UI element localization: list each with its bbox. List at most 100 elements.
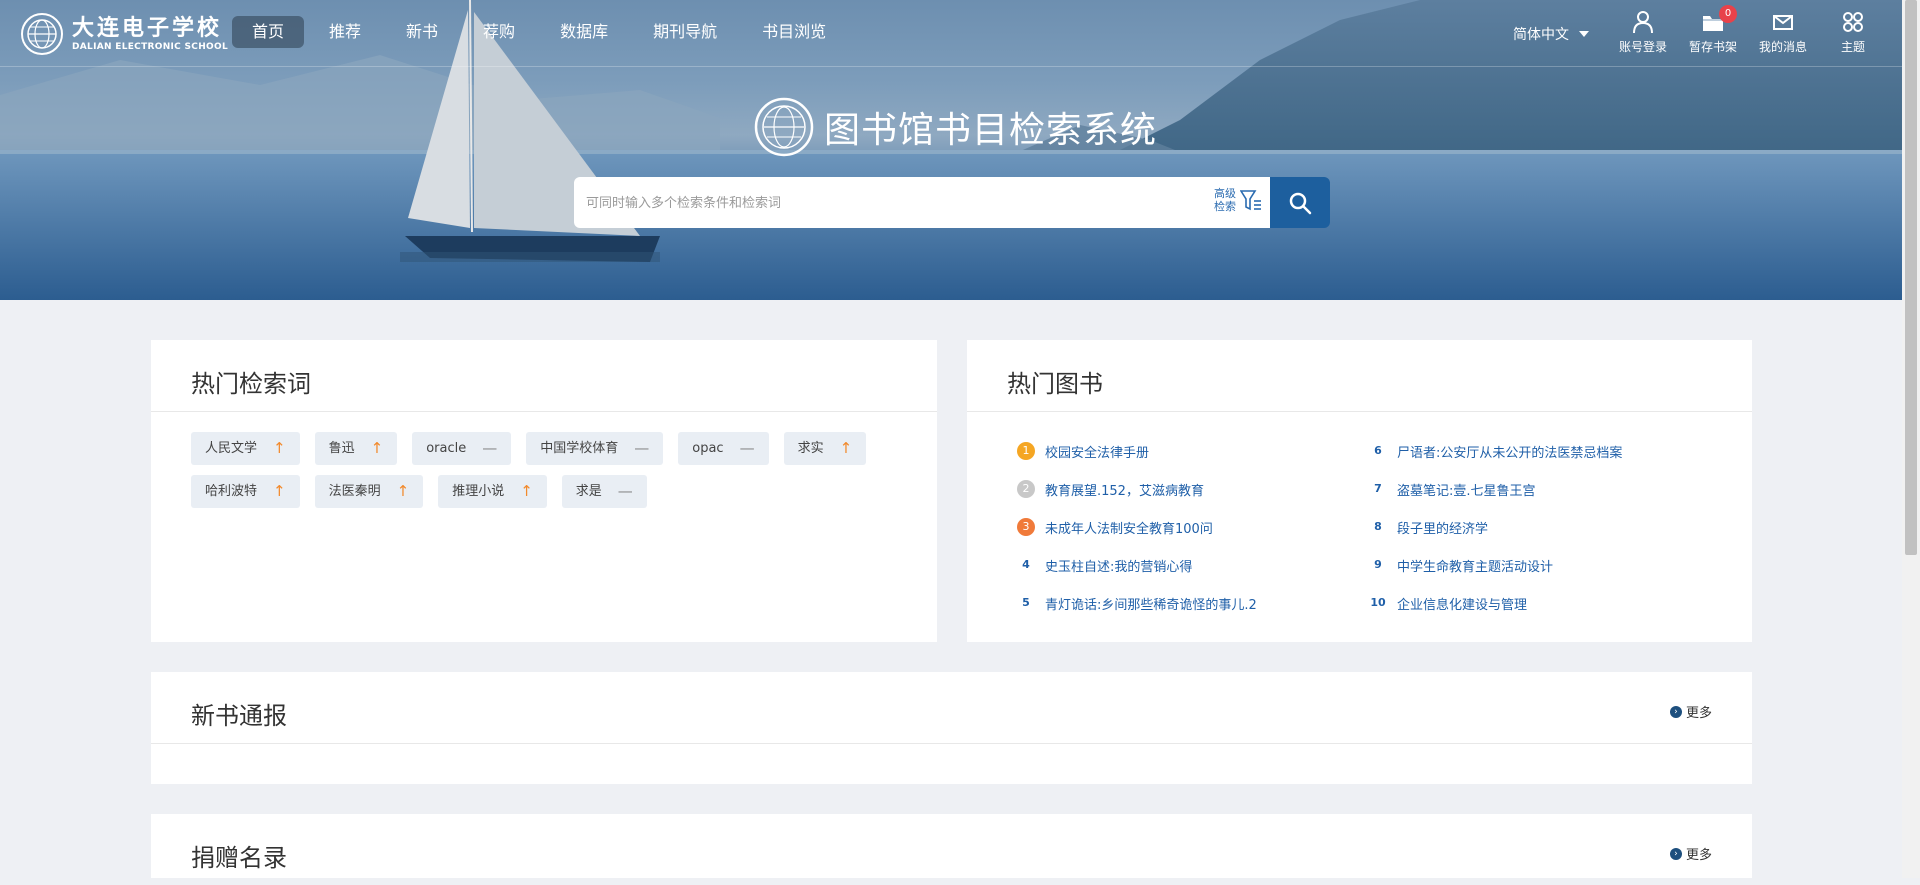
- login-button[interactable]: 账号登录: [1608, 10, 1678, 55]
- nav-home[interactable]: 首页: [232, 16, 305, 48]
- rank-badge: 1: [1017, 442, 1035, 460]
- login-label: 账号登录: [1618, 40, 1667, 54]
- logo-english-name: DALIAN ELECTRONIC SCHOOL: [72, 42, 228, 52]
- messages-label: 我的消息: [1758, 40, 1807, 54]
- tag-label: 人民文学: [205, 441, 258, 456]
- hot-term-tag[interactable]: 法医秦明 ↑: [314, 475, 424, 508]
- hot-term-tag[interactable]: 人民文学 ↑: [191, 432, 300, 465]
- hot-terms-list: 人民文学 ↑ 鲁迅 ↑ oracle — 中国学校体育 — opac — 求实 ↑ 哈利波特…: [191, 432, 911, 518]
- nav-new-books[interactable]: 新书: [386, 16, 458, 48]
- hot-search-terms-card: 热门检索词 人民文学 ↑ 鲁迅 ↑ oracle — 中国学校体育 — opac — 求实…: [151, 340, 937, 642]
- rank-number: 4: [1022, 558, 1030, 571]
- advanced-label-line1: 高级: [1214, 187, 1236, 200]
- nav-catalog-browse[interactable]: 书目浏览: [742, 16, 846, 48]
- more-label: 更多: [1685, 706, 1712, 721]
- tag-label: 法医秦明: [328, 484, 381, 499]
- search-box: 高级 检索: [574, 177, 1270, 228]
- chevron-right-icon: ›: [1669, 705, 1682, 718]
- tag-label: 中国学校体育: [540, 441, 619, 456]
- book-title: 教育展望.152，艾滋病教育: [1045, 483, 1204, 499]
- hot-book-item[interactable]: 4 史玉柱自述:我的营销心得: [1017, 546, 1257, 584]
- theme-button[interactable]: 主题: [1818, 10, 1888, 55]
- hot-book-item[interactable]: 2 教育展望.152，艾滋病教育: [1017, 470, 1257, 508]
- hot-book-item[interactable]: 5 青灯诡话:乡间那些稀奇诡怪的事儿.2: [1017, 584, 1257, 622]
- rank-number: 8: [1374, 520, 1382, 533]
- hot-term-tag[interactable]: 中国学校体育 —: [526, 432, 664, 465]
- new-books-more-link[interactable]: › 更多: [1669, 702, 1712, 721]
- hot-terms-title: 热门检索词: [191, 370, 311, 398]
- tag-label: 哈利波特: [205, 484, 258, 499]
- language-selector[interactable]: 简体中文: [1513, 24, 1589, 44]
- donations-title: 捐赠名录: [191, 844, 287, 872]
- trend-up-icon: ↑: [520, 482, 533, 500]
- language-label: 简体中文: [1513, 27, 1569, 43]
- search-button[interactable]: [1270, 177, 1330, 228]
- book-title: 企业信息化建设与管理: [1397, 597, 1528, 613]
- hot-term-tag[interactable]: oracle —: [412, 432, 512, 465]
- rank-number: 6: [1374, 444, 1382, 457]
- page-scrollbar[interactable]: [1902, 0, 1920, 878]
- hot-book-item[interactable]: 1 校园安全法律手册: [1017, 432, 1257, 470]
- trend-up-icon: ↑: [370, 439, 384, 457]
- hero-banner: 大连电子学校 DALIAN ELECTRONIC SCHOOL 首页 推荐 新书…: [0, 0, 1902, 300]
- theme-label: 主题: [1840, 40, 1865, 54]
- book-title: 盗墓笔记:壹.七星鲁王宫: [1397, 483, 1536, 499]
- messages-button[interactable]: 我的消息: [1748, 10, 1818, 55]
- hot-book-item[interactable]: 9 中学生命教育主题活动设计: [1369, 546, 1622, 584]
- search-input[interactable]: [584, 194, 1188, 211]
- mail-icon: [1773, 15, 1793, 30]
- advanced-label-line2: 检索: [1214, 200, 1236, 213]
- book-title: 青灯诡话:乡间那些稀奇诡怪的事儿.2: [1045, 597, 1257, 613]
- tag-label: 求是: [575, 484, 602, 499]
- main-menu: 首页 推荐 新书 荐购 数据库 期刊导航 书目浏览: [232, 16, 851, 48]
- book-title: 尸语者:公安厅从未公开的法医禁忌档案: [1397, 445, 1623, 461]
- hot-term-tag[interactable]: 求是 —: [561, 475, 647, 508]
- nav-purchase-request[interactable]: 荐购: [463, 16, 535, 48]
- rank-badge: 3: [1017, 518, 1035, 536]
- school-emblem-icon: [21, 13, 63, 55]
- shelf-count-badge: 0: [1719, 5, 1737, 23]
- hot-books-card: 热门图书 1 校园安全法律手册 2 教育展望.152，艾滋病教育 3 未成年人法制安全…: [967, 340, 1752, 642]
- hot-term-tag[interactable]: 求实 ↑: [783, 432, 867, 465]
- temp-shelf-button[interactable]: 0 暂存书架: [1678, 5, 1748, 55]
- trend-up-icon: ↑: [273, 439, 286, 457]
- tag-label: 求实: [797, 441, 824, 456]
- system-title-text: 图书馆书目检索系统: [824, 110, 1158, 151]
- hot-term-tag[interactable]: 哈利波特 ↑: [191, 475, 300, 508]
- shelf-label: 暂存书架: [1688, 40, 1737, 54]
- school-logo[interactable]: 大连电子学校 DALIAN ELECTRONIC SCHOOL: [20, 12, 228, 56]
- hot-book-item[interactable]: 8 段子里的经济学: [1369, 508, 1622, 546]
- school-seal-icon: [754, 97, 814, 157]
- top-navigation-bar: 大连电子学校 DALIAN ELECTRONIC SCHOOL 首页 推荐 新书…: [0, 0, 1902, 67]
- search-icon: [1289, 192, 1312, 214]
- more-label: 更多: [1685, 848, 1712, 863]
- hot-book-item[interactable]: 7 盗墓笔记:壹.七星鲁王宫: [1369, 470, 1622, 508]
- trend-up-icon: ↑: [839, 439, 853, 457]
- donations-card: 捐赠名录 › 更多: [151, 814, 1752, 878]
- hot-book-item[interactable]: 10 企业信息化建设与管理: [1369, 584, 1622, 622]
- rank-number: 9: [1374, 558, 1382, 571]
- hot-term-tag[interactable]: 推理小说 ↑: [438, 475, 547, 508]
- trend-flat-icon: —: [634, 439, 650, 457]
- chevron-right-icon: ›: [1669, 847, 1682, 860]
- donations-more-link[interactable]: › 更多: [1669, 844, 1712, 863]
- hot-term-tag[interactable]: opac —: [678, 432, 769, 465]
- theme-grid-icon: [1843, 12, 1863, 32]
- scrollbar-thumb[interactable]: [1905, 0, 1917, 555]
- rank-number: 5: [1022, 596, 1030, 609]
- nav-recommend[interactable]: 推荐: [309, 16, 381, 48]
- nav-journals[interactable]: 期刊导航: [633, 16, 737, 48]
- trend-up-icon: ↑: [273, 482, 286, 500]
- tag-label: 推理小说: [452, 484, 505, 499]
- rank-badge: 2: [1017, 480, 1035, 498]
- book-title: 校园安全法律手册: [1045, 445, 1150, 461]
- search-bar: 高级 检索: [574, 177, 1330, 228]
- hot-book-item[interactable]: 3 未成年人法制安全教育100问: [1017, 508, 1257, 546]
- hot-term-tag[interactable]: 鲁迅 ↑: [314, 432, 398, 465]
- hot-books-column-left: 1 校园安全法律手册 2 教育展望.152，艾滋病教育 3 未成年人法制安全教育100…: [1017, 432, 1257, 622]
- nav-databases[interactable]: 数据库: [540, 16, 628, 48]
- system-title: 图书馆书目检索系统: [754, 97, 1157, 157]
- logo-chinese-name: 大连电子学校: [72, 15, 223, 41]
- hot-book-item[interactable]: 6 尸语者:公安厅从未公开的法医禁忌档案: [1369, 432, 1622, 470]
- advanced-search-button[interactable]: 高级 检索: [1214, 187, 1262, 213]
